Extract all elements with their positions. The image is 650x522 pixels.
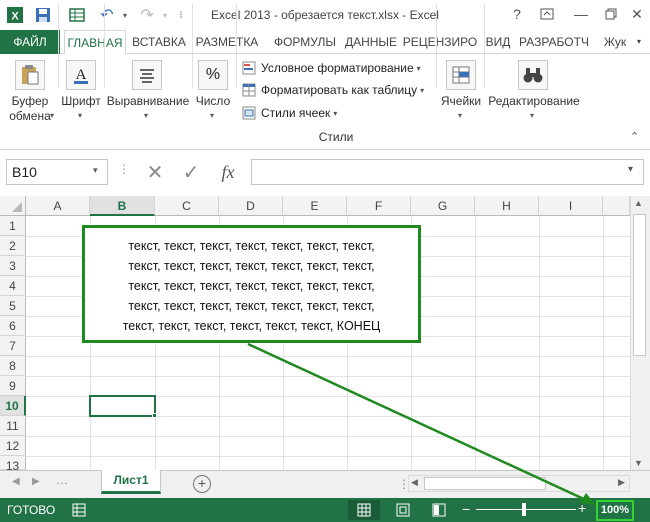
annotation-arrow — [247, 342, 596, 505]
